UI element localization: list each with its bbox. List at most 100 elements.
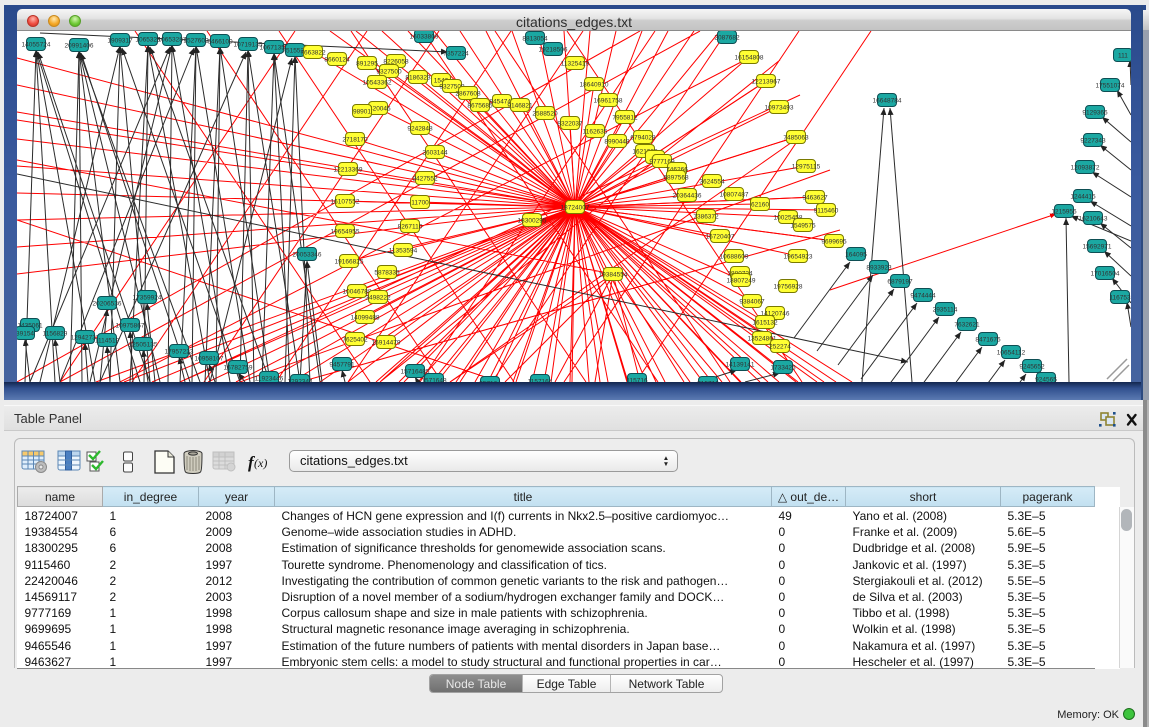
svg-text:1615132: 1615132 [752, 320, 778, 327]
svg-text:9699695: 9699695 [821, 239, 847, 246]
svg-text:7485063: 7485063 [783, 135, 809, 142]
svg-text:8933923: 8933923 [866, 265, 892, 272]
svg-text:19384554: 19384554 [599, 272, 628, 279]
svg-text:7955812: 7955812 [612, 115, 638, 122]
svg-text:1114519: 1114519 [95, 338, 120, 345]
svg-text:252274: 252274 [769, 344, 791, 351]
svg-text:1571648: 1571648 [421, 378, 447, 383]
svg-text:14099488: 14099488 [351, 315, 380, 322]
svg-text:8660124: 8660124 [324, 57, 350, 64]
svg-text:8186323: 8186323 [405, 75, 431, 82]
svg-text:8267110: 8267110 [398, 224, 423, 231]
svg-text:19166825: 19166825 [335, 259, 364, 266]
svg-text:7663822: 7663822 [300, 50, 326, 57]
svg-text:18724007: 18724007 [561, 205, 590, 212]
svg-text:19756928: 19756928 [774, 284, 803, 291]
svg-text:2867608: 2867608 [455, 91, 481, 98]
svg-text:11325419: 11325419 [561, 61, 590, 68]
svg-text:3498222: 3498222 [365, 295, 391, 302]
svg-text:957164: 957164 [479, 381, 501, 383]
svg-text:17359924: 17359924 [133, 295, 162, 302]
svg-text:2718170: 2718170 [342, 137, 368, 144]
svg-text:19654955: 19654955 [331, 229, 360, 236]
svg-text:12975115: 12975115 [792, 164, 821, 171]
svg-text:116753: 116753 [1109, 295, 1131, 302]
svg-text:10975867: 10975867 [116, 323, 145, 330]
svg-text:9245652: 9245652 [1019, 364, 1045, 371]
svg-text:12505135: 12505135 [129, 342, 158, 349]
svg-text:14139141: 14139141 [726, 362, 755, 369]
svg-text:2603144: 2603144 [422, 150, 448, 157]
svg-text:10688609: 10688609 [720, 254, 749, 261]
svg-text:39154: 39154 [17, 331, 34, 338]
svg-text:111: 111 [1118, 53, 1128, 60]
svg-text:9384067: 9384067 [739, 299, 765, 306]
svg-text:20364436: 20364436 [673, 193, 702, 200]
svg-text:2935114: 2935114 [933, 307, 958, 314]
svg-text:8471676: 8471676 [975, 337, 1001, 344]
svg-text:9227343: 9227343 [1080, 138, 1106, 145]
svg-text:20206536: 20206536 [93, 301, 122, 308]
svg-text:16782759: 16782759 [224, 365, 253, 372]
svg-text:16107552: 16107552 [331, 199, 360, 206]
svg-text:8322037: 8322037 [557, 121, 583, 128]
svg-text:9463627: 9463627 [802, 195, 828, 202]
svg-text:16648784: 16648784 [873, 98, 902, 105]
svg-text:115716: 115716 [626, 378, 648, 383]
svg-text:9146821: 9146821 [507, 103, 533, 110]
svg-text:1733426: 1733426 [770, 365, 796, 372]
svg-text:1156829: 1156829 [43, 331, 68, 338]
svg-text:5878335: 5878335 [374, 270, 400, 277]
svg-text:1162635: 1162635 [583, 129, 608, 136]
svg-text:16914479: 16914479 [372, 340, 401, 347]
svg-text:15692971: 15692971 [1083, 244, 1112, 251]
svg-text:715716: 715716 [697, 381, 719, 383]
svg-text:16154808: 16154808 [735, 55, 764, 62]
svg-text:7386372: 7386372 [693, 214, 719, 221]
svg-text:1527602: 1527602 [183, 38, 209, 45]
svg-text:6466100: 6466100 [207, 39, 233, 46]
svg-text:10807487: 10807487 [720, 192, 749, 199]
svg-text:164095: 164095 [845, 252, 867, 259]
svg-text:1215956: 1215956 [1051, 209, 1077, 216]
svg-text:10719135: 10719135 [234, 42, 263, 49]
svg-text:18640910: 18640910 [580, 82, 609, 89]
svg-text:16210643: 16210643 [1079, 216, 1108, 223]
svg-text:2087682: 2087682 [714, 35, 740, 42]
svg-text:7632621: 7632621 [954, 322, 980, 329]
svg-text:6794028: 6794028 [630, 135, 656, 142]
svg-text:1909317: 1909317 [107, 38, 133, 45]
svg-text:9327500: 9327500 [376, 69, 402, 76]
svg-text:18807249: 18807249 [727, 278, 756, 285]
svg-text:98901: 98901 [353, 109, 371, 116]
svg-text:1244415: 1244415 [1070, 194, 1096, 201]
svg-text:9457791: 9457791 [329, 362, 355, 369]
svg-text:16961758: 16961758 [594, 98, 623, 105]
svg-text:6897568: 6897568 [663, 175, 689, 182]
svg-text:10654112: 10654112 [997, 350, 1026, 357]
svg-text:19654923: 19654923 [784, 254, 813, 261]
svg-text:20053346: 20053346 [293, 252, 322, 259]
svg-text:1549575: 1549575 [790, 223, 816, 230]
svg-text:19218506: 19218506 [539, 47, 568, 54]
svg-text:1157164: 1157164 [528, 379, 553, 383]
svg-text:891295: 891295 [356, 61, 378, 68]
svg-text:(x): (x) [254, 456, 267, 470]
svg-text:9242848: 9242848 [407, 126, 433, 133]
svg-text:3624554: 3624554 [699, 179, 725, 186]
svg-text:17957223: 17957223 [165, 349, 194, 356]
svg-text:18300295: 18300295 [518, 218, 547, 225]
svg-text:17016504: 17016504 [1091, 271, 1120, 278]
svg-text:8990448: 8990448 [604, 139, 630, 146]
svg-text:12213369: 12213369 [334, 167, 363, 174]
svg-text:17551074: 17551074 [1096, 83, 1125, 90]
svg-text:10543362: 10543362 [363, 80, 392, 87]
svg-text:6879197: 6879197 [887, 279, 913, 286]
svg-text:16033809: 16033809 [410, 34, 439, 41]
svg-text:11923446: 11923446 [255, 376, 284, 383]
svg-text:1292344: 1292344 [287, 379, 313, 383]
svg-text:14055724: 14055724 [22, 42, 51, 49]
svg-text:2588520: 2588520 [532, 111, 558, 118]
svg-text:15720407: 15720407 [706, 234, 735, 241]
svg-text:9474444: 9474444 [910, 293, 936, 300]
